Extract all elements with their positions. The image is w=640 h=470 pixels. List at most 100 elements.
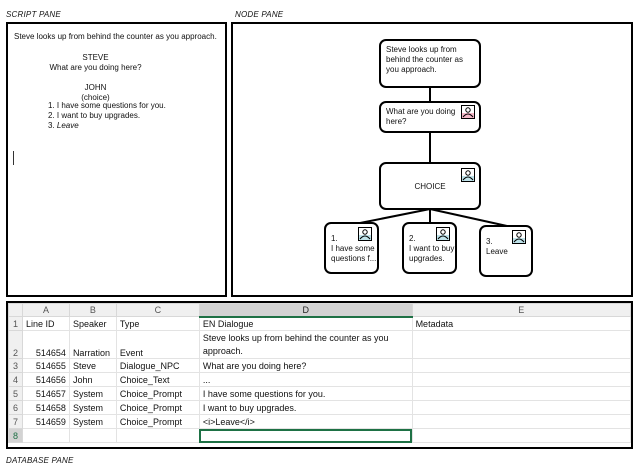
node-dialogue[interactable]: What are you doing here? [379,101,481,133]
table-row: 2 514654 Narration Event Steve looks up … [8,330,631,359]
cell[interactable] [411,428,631,443]
row-number[interactable]: 6 [8,400,23,415]
portrait-icon [461,105,475,119]
cell[interactable] [411,372,631,387]
node-option-1-line: questions f... [331,254,377,263]
cell[interactable]: 514655 [21,358,70,373]
row-number[interactable]: 1 [8,316,23,331]
row-number[interactable]: 8 [8,428,23,443]
column-header-a[interactable]: A [21,303,70,317]
node-pane-label: NODE PANE [235,10,284,19]
row-number[interactable]: 7 [8,414,23,429]
database-pane[interactable]: A B C D E 1 Line ID Speaker Type EN Dial… [6,301,633,449]
row-number[interactable]: 4 [8,372,23,387]
cell[interactable]: Choice_Prompt [115,386,200,401]
cell[interactable]: I want to buy upgrades. [198,400,413,415]
cell[interactable]: Choice_Prompt [115,414,200,429]
cell[interactable] [411,414,631,429]
row-number[interactable]: 2 [8,330,23,359]
cell[interactable]: System [68,414,117,429]
row-number[interactable]: 3 [8,358,23,373]
select-all-corner[interactable] [8,303,23,317]
table-row: 1 Line ID Speaker Type EN Dialogue Metad… [8,316,631,331]
cell[interactable] [115,428,200,443]
node-pane[interactable]: Steve looks up from behind the counter a… [231,22,633,297]
spreadsheet-grid[interactable]: A B C D E 1 Line ID Speaker Type EN Dial… [8,303,631,443]
cell[interactable]: System [68,400,117,415]
cell[interactable]: I have some questions for you. [198,386,413,401]
column-header-b[interactable]: B [68,303,117,317]
script-option-2: 2. I want to buy upgrades. [48,111,141,120]
node-event-line: you approach. [386,65,437,74]
node-choice-label: CHOICE [414,182,446,191]
cell[interactable] [21,428,70,443]
script-option-3-leave: Leave [56,121,79,130]
node-option-1-line: I have some [331,244,375,253]
node-option-3[interactable]: 3. Leave [479,225,533,277]
header-cell[interactable]: Speaker [68,316,117,331]
cell[interactable]: Dialogue_NPC [115,358,200,373]
cell[interactable]: System [68,386,117,401]
script-pane[interactable]: Steve looks up from behind the counter a… [6,22,227,297]
script-option-1: 1. I have some questions for you. [48,101,166,110]
portrait-icon [512,230,526,244]
node-event[interactable]: Steve looks up from behind the counter a… [379,39,481,88]
cell[interactable]: 514654 [21,330,70,359]
cell[interactable] [411,400,631,415]
header-cell[interactable]: Line ID [21,316,70,331]
cell[interactable] [411,386,631,401]
cell[interactable]: What are you doing here? [198,358,413,373]
column-header-d[interactable]: D [198,303,413,318]
cell[interactable]: Steve [68,358,117,373]
portrait-icon [436,227,450,241]
database-pane-label: DATABASE PANE [6,456,74,465]
cell[interactable]: Choice_Prompt [115,400,200,415]
table-row: 3 514655 Steve Dialogue_NPC What are you… [8,358,631,373]
script-speaker-steve: STEVE [82,53,109,62]
cell[interactable]: Event [115,330,200,359]
cell[interactable]: 514658 [21,400,70,415]
node-option-1[interactable]: 1. I have some questions f... [324,222,379,274]
script-choice-options: 1. I have some questions for you. 2. I w… [48,101,166,131]
header-cell[interactable]: EN Dialogue [198,316,413,331]
cell[interactable]: ... [198,372,413,387]
cell[interactable] [411,330,631,359]
node-event-line: Steve looks up from [386,45,457,54]
column-header-c[interactable]: C [115,303,200,317]
node-event-line: behind the counter as [386,55,463,64]
column-letter-row: A B C D E [8,303,631,318]
script-option-3: 3. Leave [48,121,166,131]
column-header-e[interactable]: E [411,303,631,317]
portrait-icon [358,227,372,241]
selected-cell[interactable] [198,428,413,443]
header-cell[interactable]: Type [115,316,200,331]
portrait-icon [461,168,475,182]
cell[interactable]: 514656 [21,372,70,387]
table-row: 8 [8,428,631,443]
table-row: 7 514659 System Choice_Prompt <i>Leave</… [8,414,631,429]
script-narration: Steve looks up from behind the counter a… [14,32,217,41]
script-speaker-john: JOHN [84,83,107,92]
cell[interactable] [411,358,631,373]
node-dialogue-line: What are you doing [386,107,456,116]
cell[interactable]: <i>Leave</i> [198,414,413,429]
cell[interactable]: 514659 [21,414,70,429]
cell[interactable]: 514657 [21,386,70,401]
table-row: 5 514657 System Choice_Prompt I have som… [8,386,631,401]
table-row: 4 514656 John Choice_Text ... [8,372,631,387]
cell[interactable]: Narration [68,330,117,359]
cell[interactable]: Steve looks up from behind the counter a… [198,330,413,359]
cell[interactable] [68,428,117,443]
node-option-3-line: Leave [486,247,508,256]
node-option-2-line: upgrades. [409,254,445,263]
header-cell[interactable]: Metadata [411,316,631,331]
node-option-2[interactable]: 2. I want to buy upgrades. [402,222,457,274]
script-pane-label: SCRIPT PANE [6,10,61,19]
row-number[interactable]: 5 [8,386,23,401]
node-choice[interactable]: CHOICE [379,162,481,210]
node-option-3-line: 3. [486,237,493,246]
cell[interactable]: John [68,372,117,387]
cell[interactable]: Choice_Text [115,372,200,387]
script-option-3-number: 3. [48,121,57,130]
node-option-2-line: I want to buy [409,244,455,253]
